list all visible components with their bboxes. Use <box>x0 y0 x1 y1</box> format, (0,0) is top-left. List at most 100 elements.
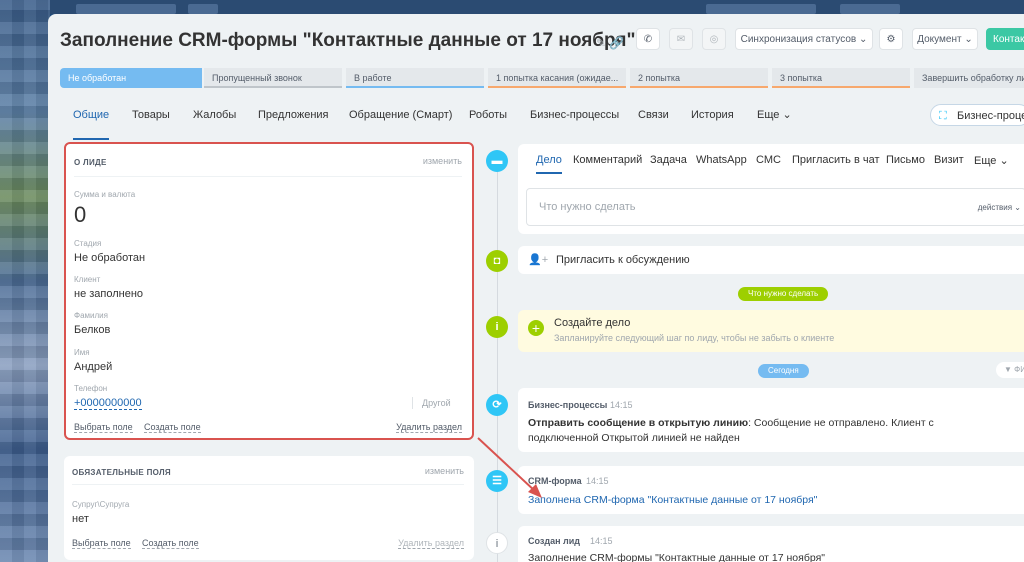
activity-tabs: Дело Комментарий Задача WhatsApp СМС При… <box>518 144 1024 174</box>
stage-item[interactable]: Пропущенный звонок <box>204 68 342 88</box>
today-pill: Сегодня <box>758 364 809 378</box>
field-value-amount[interactable]: 0 <box>74 202 86 228</box>
plus-icon[interactable]: + <box>528 320 544 336</box>
event-time: 14:15 <box>590 536 613 546</box>
stage-item[interactable]: Завершить обработку лида <box>914 68 1024 88</box>
info-icon: i <box>486 316 508 338</box>
mail-icon[interactable]: ✉ <box>669 28 693 50</box>
phone-icon[interactable]: ✆ <box>636 28 660 50</box>
info-icon: i <box>486 532 508 554</box>
section-title: О ЛИДЕ <box>74 158 107 167</box>
create-field-link[interactable]: Создать поле <box>142 538 199 549</box>
actions-dropdown[interactable]: действия ⌄ <box>978 203 1021 212</box>
todo-pill: Что нужно сделать <box>738 287 829 301</box>
select-field-link[interactable]: Выбрать поле <box>74 422 133 433</box>
event-lead-created: Создан лид 14:15 Заполнение CRM-формы "К… <box>518 526 1024 562</box>
create-task-subtitle: Запланируйте следующий шаг по лиду, чтоб… <box>554 333 835 343</box>
tab-offers[interactable]: Предложения <box>258 108 329 138</box>
filter-icon: ▼ <box>1004 365 1012 374</box>
activity-input[interactable]: Что нужно сделать действия ⌄ <box>526 188 1024 226</box>
create-task-card[interactable]: + Создайте дело Запланируйте следующий ш… <box>518 310 1024 352</box>
comment-icon: ▬ <box>486 150 508 172</box>
field-value-client[interactable]: не заполнено <box>74 288 143 300</box>
crm-form-link[interactable]: Заполнена CRM-форма "Контактные данные о… <box>528 494 817 506</box>
event-text: Отправить сообщение в открытую линию: Со… <box>528 417 934 444</box>
chat-bubble-icon: ◘ <box>486 250 508 272</box>
phone-type: Другой <box>422 398 451 408</box>
field-value-spouse[interactable]: нет <box>72 513 89 525</box>
tab-more[interactable]: Еще ⌄ <box>757 108 792 138</box>
stage-item[interactable]: В работе <box>346 68 484 88</box>
lead-info-card: О ЛИДЕ изменить Сумма и валюта 0 Стадия … <box>64 142 474 440</box>
tab-general[interactable]: Общие <box>73 108 110 140</box>
activity-tab-deal[interactable]: Дело <box>536 154 562 174</box>
contact-button[interactable]: Контакт <box>986 28 1024 50</box>
tab-business-processes[interactable]: Бизнес-процессы <box>530 108 619 138</box>
tab-complaints[interactable]: Жалобы <box>193 108 236 138</box>
arrow-annotation <box>477 437 542 498</box>
field-value-stage[interactable]: Не обработан <box>74 252 145 264</box>
document-button[interactable]: Документ ⌄ <box>912 28 978 50</box>
activity-tab-more[interactable]: Еще ⌄ <box>974 154 1009 167</box>
event-title: Создан лид <box>528 536 580 546</box>
field-value-lastname[interactable]: Белков <box>74 324 110 336</box>
section-title: ОБЯЗАТЕЛЬНЫЕ ПОЛЯ <box>72 468 171 477</box>
gear-icon[interactable]: ⚙ <box>879 28 903 50</box>
field-label: Стадия <box>74 239 102 248</box>
background-blur <box>0 0 50 562</box>
sync-status-dropdown[interactable]: Синхронизация статусов ⌄ <box>735 28 873 50</box>
workflow-icon: ⛶ <box>939 110 947 122</box>
filter-button[interactable]: ▼ ФИ <box>996 362 1024 378</box>
field-label: Фамилия <box>74 311 108 320</box>
phone-link[interactable]: +0000000000 <box>74 397 142 410</box>
field-value-firstname[interactable]: Андрей <box>74 361 112 373</box>
tab-robots[interactable]: Роботы <box>469 108 507 138</box>
tab-products[interactable]: Товары <box>132 108 170 138</box>
field-label: Сумма и валюта <box>74 190 136 199</box>
stage-item[interactable]: 1 попытка касания (ожидае... <box>488 68 626 88</box>
event-crm-form: CRM-форма 14:15 Заполнена CRM-форма "Кон… <box>518 466 1024 514</box>
lead-slider-panel: Заполнение CRM-формы "Контактные данные … <box>48 14 1024 562</box>
activity-tab-visit[interactable]: Визит <box>934 154 964 166</box>
delete-section-link[interactable]: Удалить раздел <box>398 538 464 549</box>
browser-top-bar <box>50 0 1024 14</box>
activity-tab-task[interactable]: Задача <box>650 154 687 166</box>
activity-tab-sms[interactable]: СМС <box>756 154 781 166</box>
stage-item[interactable]: Не обработан <box>60 68 202 88</box>
invite-discussion[interactable]: 👤+ Пригласить к обсуждению <box>518 246 1024 274</box>
invite-label: Пригласить к обсуждению <box>556 254 690 266</box>
stage-item[interactable]: 3 попытка <box>772 68 910 88</box>
activity-tab-email[interactable]: Письмо <box>886 154 925 166</box>
event-time: 14:15 <box>586 476 609 486</box>
delete-section-link[interactable]: Удалить раздел <box>396 422 462 433</box>
field-label: Телефон <box>74 384 108 393</box>
event-title: Бизнес-процессы <box>528 400 608 410</box>
change-link[interactable]: изменить <box>423 156 462 166</box>
field-label: Имя <box>74 348 90 357</box>
add-user-icon: 👤+ <box>528 254 549 266</box>
activity-placeholder: Что нужно сделать <box>539 201 636 213</box>
stage-item[interactable]: 2 попытка <box>630 68 768 88</box>
chat-icon[interactable]: ◎ <box>702 28 726 50</box>
tab-relations[interactable]: Связи <box>638 108 669 138</box>
event-text: Заполнение CRM-формы "Контактные данные … <box>528 552 825 562</box>
activity-tab-comment[interactable]: Комментарий <box>573 154 642 166</box>
tab-requests[interactable]: Обращение (Смарт) <box>349 108 452 138</box>
activity-editor: Дело Комментарий Задача WhatsApp СМС При… <box>518 144 1024 234</box>
field-label: Супруг\Супруга <box>72 500 130 509</box>
link-icon: 🔗 <box>609 36 625 50</box>
business-process-button[interactable]: ⛶ Бизнес-процессы <box>930 104 1024 126</box>
chevron-down-icon: ⌄ <box>858 33 868 45</box>
edit-icon[interactable]: ✎ 🔗 <box>596 36 624 50</box>
create-field-link[interactable]: Создать поле <box>144 422 201 433</box>
change-link[interactable]: изменить <box>425 466 464 476</box>
create-task-title: Создайте дело <box>554 317 631 329</box>
business-process-icon: ⟳ <box>486 394 508 416</box>
tab-history[interactable]: История <box>691 108 734 138</box>
select-field-link[interactable]: Выбрать поле <box>72 538 131 549</box>
event-business-process: Бизнес-процессы 14:15 Отправить сообщени… <box>518 388 1024 452</box>
field-label: Клиент <box>74 275 101 284</box>
activity-tab-whatsapp[interactable]: WhatsApp <box>696 154 747 166</box>
required-fields-card: ОБЯЗАТЕЛЬНЫЕ ПОЛЯ изменить Супруг\Супруг… <box>64 456 474 560</box>
activity-tab-invite-chat[interactable]: Пригласить в чат <box>792 154 880 166</box>
